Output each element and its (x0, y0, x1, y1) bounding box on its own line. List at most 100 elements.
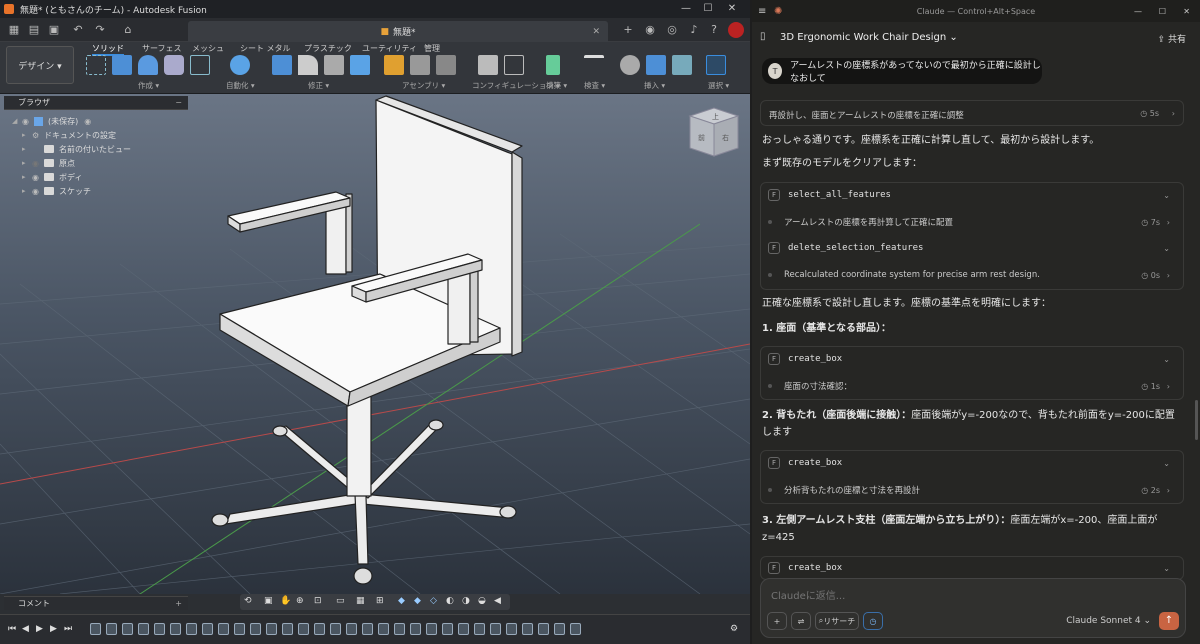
camera-icon[interactable]: ◀ (494, 596, 501, 606)
tab-mesh[interactable]: メッシュ (192, 43, 224, 54)
timeline-feature-icon[interactable] (122, 623, 133, 635)
extrude-icon[interactable] (112, 55, 132, 75)
chevron-right-icon[interactable]: › (1167, 218, 1170, 227)
chevron-right-icon[interactable]: › (1167, 271, 1170, 280)
group-inspect[interactable]: 検査 ▾ (584, 80, 605, 91)
play-icon[interactable]: ▶ (36, 624, 43, 634)
extensions-icon[interactable]: ◉ (642, 22, 658, 38)
group-insert[interactable]: 挿入 ▾ (644, 80, 665, 91)
chevron-down-icon[interactable]: ◢ (12, 117, 22, 125)
tree-item-root[interactable]: ◢ ◉ (未保存) ◉ (12, 114, 91, 128)
timeline-feature-icon[interactable] (218, 623, 229, 635)
group-construct[interactable]: 構築 ▾ (546, 80, 567, 91)
shaded-edges-icon[interactable]: ◆ (414, 596, 421, 606)
timeline-feature-icon[interactable] (490, 623, 501, 635)
insert-derive-icon[interactable] (620, 55, 640, 75)
timeline-feature-icon[interactable] (378, 623, 389, 635)
pattern-icon[interactable] (190, 55, 210, 75)
timeline-feature-icon[interactable] (554, 623, 565, 635)
notifications-icon[interactable]: ♪ (686, 22, 702, 38)
tools-button[interactable]: ⇌ (791, 612, 811, 630)
group-create[interactable]: 作成 ▾ (138, 80, 159, 91)
chevron-right-icon[interactable]: ▸ (22, 159, 32, 167)
timeline-feature-icon[interactable] (250, 623, 261, 635)
chevron-down-icon[interactable]: ⌄ (1163, 191, 1170, 200)
collapse-icon[interactable]: − (175, 98, 182, 107)
chevron-right-icon[interactable]: ▸ (22, 187, 32, 195)
chevron-right-icon[interactable]: › (1167, 486, 1170, 495)
attach-button[interactable]: + (767, 612, 787, 630)
profile-avatar[interactable] (728, 22, 744, 38)
chevron-right-icon[interactable]: › (1167, 382, 1170, 391)
insert-text-icon[interactable] (646, 55, 666, 75)
model-selector[interactable]: Claude Sonnet 4 ⌄ (1066, 616, 1151, 626)
new-component-icon[interactable] (384, 55, 404, 75)
chevron-down-icon[interactable]: ⌄ (1163, 244, 1170, 253)
look-at-icon[interactable]: ▣ (264, 596, 273, 606)
timeline-feature-icon[interactable] (170, 623, 181, 635)
config-table-icon[interactable] (504, 55, 524, 75)
tool-call[interactable]: F delete_selection_features ⌄ (760, 235, 1184, 261)
document-tab[interactable]: ■ 無題* ✕ (188, 21, 608, 42)
go-to-end-icon[interactable]: ⏭ (64, 624, 72, 634)
automate-icon[interactable] (230, 55, 250, 75)
timeline-feature-icon[interactable] (346, 623, 357, 635)
eye-icon[interactable]: ◉ (32, 187, 44, 196)
timeline-feature-icon[interactable] (234, 623, 245, 635)
help-icon[interactable]: ? (706, 22, 722, 38)
extended-thinking-button[interactable]: ◷ (863, 612, 883, 630)
minimize-icon[interactable]: — (678, 2, 694, 16)
timeline-feature-icon[interactable] (266, 623, 277, 635)
undo-icon[interactable]: ↶ (70, 22, 86, 38)
step-forward-icon[interactable]: ▶ (50, 624, 57, 634)
select-icon[interactable] (706, 55, 726, 75)
new-tab-icon[interactable]: + (620, 22, 636, 38)
joint-icon[interactable] (410, 55, 430, 75)
research-button[interactable]: ⌕ リサーチ (815, 612, 859, 630)
add-comment-icon[interactable]: + (175, 599, 182, 608)
chevron-right-icon[interactable]: ▸ (22, 145, 32, 153)
chevron-right-icon[interactable]: › (1172, 109, 1175, 118)
tool-call[interactable]: F create_box ⌄ (760, 450, 1184, 476)
wireframe-icon[interactable]: ◇ (430, 596, 437, 606)
file-icon[interactable]: ▤ (26, 22, 42, 38)
tool-result[interactable]: Recalculated coordinate system for preci… (760, 262, 1184, 288)
sidebar-toggle-icon[interactable]: ▯ (760, 31, 766, 42)
redo-icon[interactable]: ↷ (92, 22, 108, 38)
timeline-feature-icon[interactable] (186, 623, 197, 635)
chevron-down-icon[interactable]: ⌄ (1163, 564, 1170, 573)
orbit-icon[interactable]: ⟲ (244, 596, 252, 606)
combine-icon[interactable] (350, 55, 370, 75)
save-icon[interactable]: ▣ (46, 22, 62, 38)
tab-plastic[interactable]: プラスチック (304, 43, 352, 54)
timeline-feature-icon[interactable] (362, 623, 373, 635)
display-settings-icon[interactable]: ▭ (336, 596, 345, 606)
tree-item-document-settings[interactable]: ▸ ⚙ ドキュメントの設定 (22, 128, 116, 142)
timeline-feature-icon[interactable] (90, 623, 101, 635)
conversation-title[interactable]: 3D Ergonomic Work Chair Design ⌄ (780, 32, 958, 43)
eye-hidden-icon[interactable]: ◉ (32, 159, 44, 168)
environment-icon[interactable]: ◑ (462, 596, 470, 606)
tab-manage[interactable]: 管理 (424, 43, 440, 54)
eye-icon[interactable]: ◉ (32, 173, 44, 182)
fillet-icon[interactable] (298, 55, 318, 75)
zoom-icon[interactable]: ⊕ (296, 596, 304, 606)
timeline-feature-icon[interactable] (202, 623, 213, 635)
create-sketch-icon[interactable] (86, 55, 106, 75)
timeline-feature-icon[interactable] (538, 623, 549, 635)
timeline-feature-icon[interactable] (426, 623, 437, 635)
press-pull-icon[interactable] (272, 55, 292, 75)
timeline-feature-icon[interactable] (474, 623, 485, 635)
tool-call[interactable]: F create_box ⌄ (760, 346, 1184, 372)
tool-result[interactable]: アームレストの座標を再計算して正確に配置 ◷ 7s › (760, 209, 1184, 235)
configuration-icon[interactable] (478, 55, 498, 75)
view-cube[interactable]: 上 前 右 (688, 107, 740, 157)
send-button[interactable]: ↑ (1159, 612, 1179, 630)
maximize-icon[interactable]: ☐ (700, 2, 716, 16)
timeline-feature-icon[interactable] (282, 623, 293, 635)
timeline-feature-icon[interactable] (106, 623, 117, 635)
chevron-right-icon[interactable]: ▸ (22, 173, 32, 181)
grid-icon[interactable]: ▦ (356, 596, 365, 606)
tab-surface[interactable]: サーフェス (142, 43, 182, 54)
tool-result[interactable]: 座面の寸法確認： ◷ 1s › (760, 373, 1184, 399)
